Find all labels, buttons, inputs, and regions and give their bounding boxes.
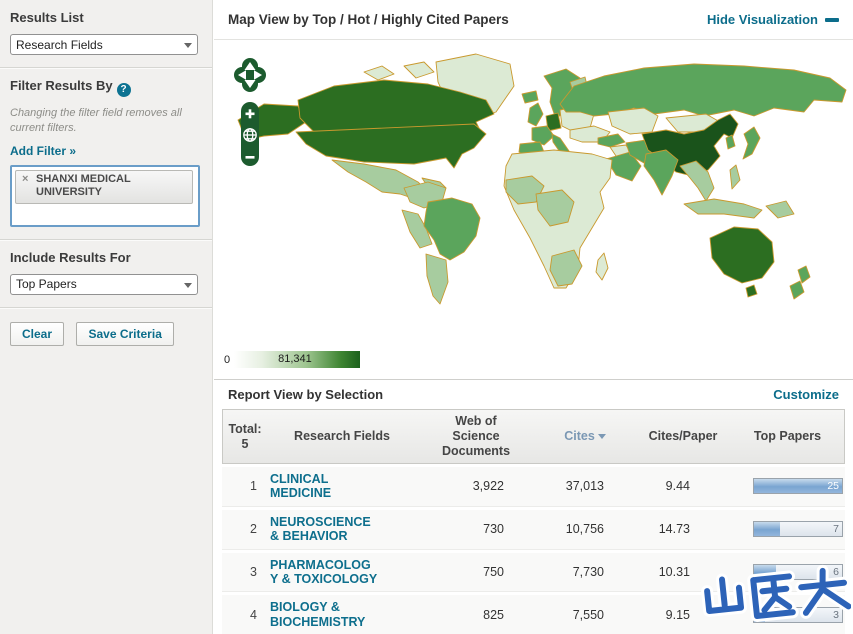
top-papers-bar: 6 — [753, 563, 843, 580]
cites-per-paper-value: 9.44 — [665, 479, 690, 494]
active-filters-box[interactable]: × SHANXI MEDICAL UNIVERSITY — [10, 164, 200, 227]
row-rank: 4 — [250, 607, 257, 622]
cites-per-paper-value: 14.73 — [658, 522, 690, 537]
col-header-cites-per-paper[interactable]: Cites/Paper — [635, 425, 731, 448]
add-filter-link[interactable]: Add Filter » — [10, 144, 76, 158]
legend-min-value: 0 — [224, 353, 231, 366]
zoom-out-icon — [245, 156, 255, 159]
table-body: 1 CLINICAL MEDICINE 3,922 37,013 9.44 25… — [222, 467, 845, 634]
include-results-section: Include Results For Top Papers — [0, 240, 212, 308]
report-header: Report View by Selection Customize — [214, 380, 853, 409]
legend-gradient-bar: 81,341 — [234, 351, 361, 368]
row-rank: 1 — [250, 479, 257, 494]
include-results-select[interactable]: Top Papers — [10, 273, 198, 295]
map-visualization-panel: Map View by Top / Hot / Highly Cited Pap… — [214, 0, 853, 380]
docs-value: 825 — [483, 607, 504, 622]
include-results-selected-value: Top Papers — [16, 277, 77, 292]
chevron-down-icon — [184, 282, 192, 288]
filter-section-title-text: Filter Results By — [10, 78, 113, 93]
sidebar: Results List Research Fields Filter Resu… — [0, 0, 213, 634]
filter-note: Changing the filter field removes all cu… — [10, 107, 182, 134]
table-header-row: Total: 5 Research Fields Web of Science … — [222, 409, 845, 464]
customize-link[interactable]: Customize — [773, 387, 839, 402]
row-rank: 2 — [250, 522, 257, 537]
research-field-link[interactable]: NEUROSCIENCE & BEHAVIOR — [266, 510, 382, 549]
col-header-wos-documents[interactable]: Web of Science Documents — [417, 410, 535, 463]
docs-value: 3,922 — [472, 479, 504, 494]
cites-value: 37,013 — [565, 479, 604, 494]
save-criteria-button[interactable]: Save Criteria — [76, 321, 174, 346]
results-list-label: Results List — [10, 10, 84, 25]
cites-per-paper-value: 10.31 — [658, 564, 690, 579]
main-content: Map View by Top / Hot / Highly Cited Pap… — [214, 0, 853, 634]
map-color-legend: 0 81,341 — [224, 351, 361, 368]
world-choropleth-map[interactable] — [214, 42, 853, 342]
filter-section-title: Filter Results By? — [10, 78, 202, 97]
research-field-link[interactable]: CLINICAL MEDICINE — [266, 467, 382, 506]
results-list-section: Results List Research Fields — [0, 0, 212, 68]
col-header-total: Total: 5 — [228, 421, 262, 451]
map-pan-zoom-controls[interactable] — [234, 58, 266, 170]
research-field-link[interactable]: PHARMACOLOGY & TOXICOLOGY — [266, 553, 382, 592]
top-papers-bar: 7 — [753, 521, 843, 538]
remove-filter-icon[interactable]: × — [22, 173, 28, 187]
results-list-select[interactable]: Research Fields — [10, 34, 198, 55]
cites-value: 7,730 — [572, 564, 604, 579]
table-row[interactable]: 4 BIOLOGY & BIOCHEMISTRY 825 7,550 9.15 … — [222, 595, 845, 634]
legend-max-value: 81,341 — [278, 353, 312, 365]
filter-chip-label: SHANXI MEDICAL UNIVERSITY — [36, 172, 131, 199]
row-rank: 3 — [250, 564, 257, 579]
chevron-down-icon — [184, 43, 192, 48]
map-panel-title: Map View by Top / Hot / Highly Cited Pap… — [228, 12, 509, 27]
actions-section: Clear Save Criteria — [0, 308, 212, 358]
help-icon[interactable]: ? — [116, 83, 131, 97]
clear-button[interactable]: Clear — [10, 321, 65, 346]
hide-visualization-link[interactable]: Hide Visualization — [707, 12, 839, 27]
include-results-label: Include Results For — [10, 249, 131, 265]
map-header: Map View by Top / Hot / Highly Cited Pap… — [214, 0, 853, 40]
table-row[interactable]: 3 PHARMACOLOGY & TOXICOLOGY 750 7,730 10… — [222, 552, 845, 593]
esi-app-window: Results List Research Fields Filter Resu… — [0, 0, 853, 634]
report-panel: Report View by Selection Customize Total… — [214, 380, 853, 634]
docs-value: 730 — [483, 522, 504, 537]
research-field-link[interactable]: BIOLOGY & BIOCHEMISTRY — [266, 595, 382, 634]
hide-visualization-label: Hide Visualization — [706, 12, 818, 27]
col-header-top-papers[interactable]: Top Papers — [731, 425, 844, 448]
cites-value: 7,550 — [572, 607, 604, 622]
sort-desc-icon — [597, 434, 606, 439]
filter-chip[interactable]: × SHANXI MEDICAL UNIVERSITY — [15, 169, 193, 205]
top-papers-bar: 25 — [753, 478, 843, 495]
collapse-minus-icon — [825, 17, 839, 22]
table-row[interactable]: 2 NEUROSCIENCE & BEHAVIOR 730 10,756 14.… — [222, 509, 845, 550]
report-panel-title: Report View by Selection — [228, 387, 384, 402]
globe-icon — [243, 128, 257, 142]
top-papers-bar: 3 — [753, 606, 843, 623]
results-list-selected-value: Research Fields — [16, 37, 103, 52]
col-header-cites[interactable]: Cites — [535, 425, 635, 448]
filter-section: Filter Results By? Changing the filter f… — [0, 68, 212, 240]
cites-value: 10,756 — [565, 522, 604, 537]
col-header-research-fields[interactable]: Research Fields — [267, 425, 417, 448]
results-table: Total: 5 Research Fields Web of Science … — [222, 409, 845, 634]
table-row[interactable]: 1 CLINICAL MEDICINE 3,922 37,013 9.44 25 — [222, 467, 845, 507]
cites-per-paper-value: 9.15 — [665, 607, 690, 622]
docs-value: 750 — [483, 564, 504, 579]
